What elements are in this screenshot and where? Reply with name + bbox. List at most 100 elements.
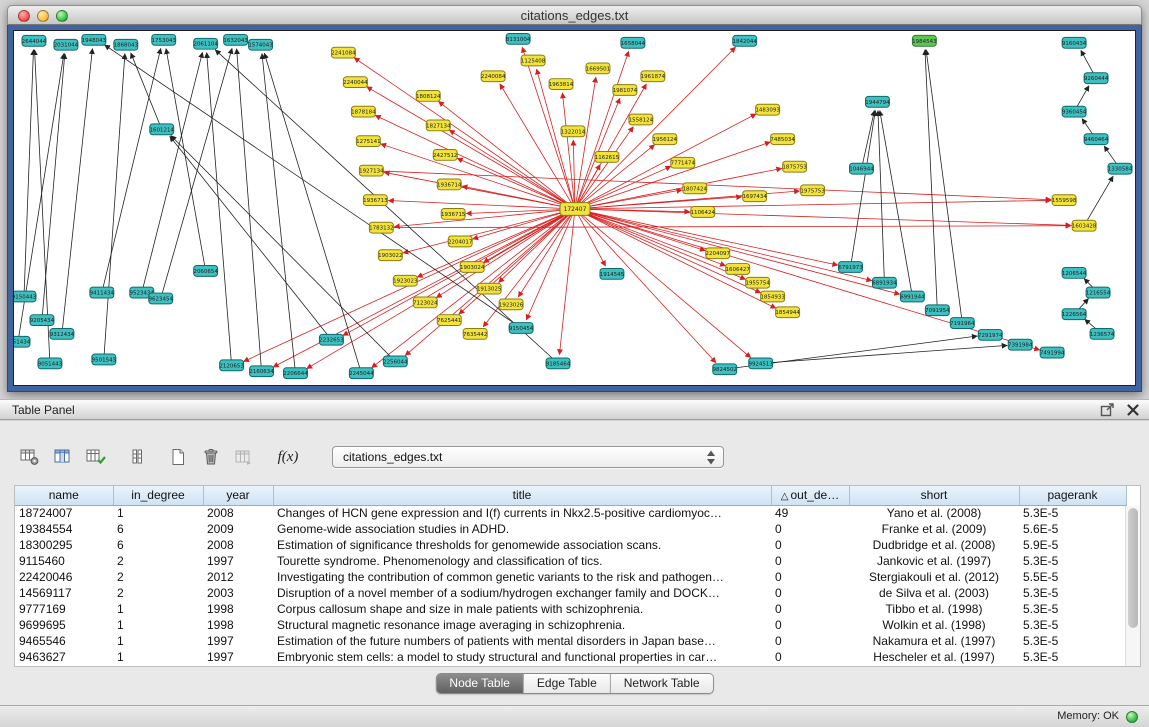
network-view[interactable]: 1724071046944110642411254081162615120654…	[13, 30, 1136, 386]
column-header-name[interactable]: name	[15, 486, 113, 505]
graph-node[interactable]: 1903022	[378, 250, 402, 261]
graph-node[interactable]: 1753043	[152, 34, 177, 45]
row-options-icon[interactable]	[123, 444, 151, 470]
graph-node[interactable]: 2061104	[193, 38, 218, 49]
graph-node[interactable]: 6791973	[838, 262, 863, 273]
graph-node[interactable]: 9924513	[748, 358, 773, 369]
graph-node[interactable]: 7485034	[770, 134, 795, 145]
graph-node[interactable]: 7771474	[671, 157, 696, 168]
graph-node[interactable]: 9150454	[509, 323, 534, 334]
graph-node[interactable]: 9051434	[14, 336, 31, 347]
table-row[interactable]: 1456911722003Disruption of a novel membe…	[15, 585, 1126, 601]
graph-node[interactable]: 7625441	[437, 315, 461, 326]
graph-node[interactable]: 2204097	[706, 248, 730, 259]
table-row[interactable]: 946362711997Embryonic stem cells: a mode…	[15, 649, 1126, 665]
graph-node[interactable]: 1236574	[1090, 328, 1115, 339]
graph-node[interactable]: 1046944	[849, 163, 874, 174]
graph-node[interactable]: 1923026	[499, 299, 524, 310]
delete-table-icon[interactable]	[197, 444, 225, 470]
graph-node[interactable]: 1106424	[691, 207, 716, 218]
window-titlebar[interactable]: citations_edges.txt	[7, 5, 1142, 25]
graph-node[interactable]: 1558124	[629, 114, 654, 125]
graph-node[interactable]: 1483093	[755, 104, 780, 115]
close-panel-icon[interactable]	[1125, 402, 1141, 418]
tab-node-table[interactable]: Node Table	[436, 674, 524, 693]
graph-node[interactable]: 6991944	[900, 291, 925, 302]
graph-node[interactable]: 2241084	[331, 47, 356, 58]
table-selector-combobox[interactable]: citations_edges.txt	[332, 446, 724, 468]
graph-node[interactable]: 1975753	[800, 185, 825, 196]
graph-node[interactable]: 7391984	[1008, 339, 1033, 350]
graph-node[interactable]: 2060654	[193, 266, 218, 277]
graph-node[interactable]: 1936714	[437, 179, 462, 190]
graph-node[interactable]: 2240084	[481, 71, 506, 82]
table-row[interactable]: 1872400712008Changes of HCN gene express…	[15, 505, 1126, 521]
graph-node[interactable]: 1669501	[586, 63, 610, 74]
tab-network-table[interactable]: Network Table	[611, 674, 713, 693]
graph-node[interactable]: 9623454	[149, 293, 174, 304]
graph-node[interactable]: 9312434	[50, 328, 75, 339]
graph-node[interactable]: 1914545	[600, 268, 624, 279]
table-row[interactable]: 911546021997Tourette syndrome. Phenomeno…	[15, 553, 1126, 569]
graph-node[interactable]: 1783132	[369, 222, 393, 233]
graph-node[interactable]: 7291974	[978, 329, 1003, 340]
graph-node[interactable]: 9051443	[38, 358, 63, 369]
show-columns-icon[interactable]	[49, 444, 77, 470]
graph-node[interactable]: 1808124	[416, 90, 441, 101]
graph-node[interactable]: 1162615	[595, 151, 619, 162]
float-panel-icon[interactable]	[1099, 402, 1115, 418]
graph-node[interactable]: 2031044	[54, 39, 79, 50]
table-row[interactable]: 1830029562008Estimation of significance …	[15, 537, 1126, 553]
graph-node[interactable]: 1961874	[641, 71, 666, 82]
graph-node[interactable]: 1936713	[363, 195, 388, 206]
create-column-icon[interactable]	[82, 444, 110, 470]
graph-node[interactable]: 2160634	[249, 366, 274, 377]
graph-node[interactable]: 1878184	[351, 106, 376, 117]
graph-node[interactable]: 7191964	[950, 318, 975, 329]
graph-node[interactable]: 2245044	[349, 368, 374, 379]
graph-node[interactable]: 1603428	[1072, 220, 1097, 231]
graph-node[interactable]: 1322014	[561, 126, 586, 137]
graph-node[interactable]: 1842044	[732, 35, 757, 46]
table-row[interactable]: 1938455462009Genome-wide association stu…	[15, 521, 1126, 537]
graph-node[interactable]: 1875753	[782, 161, 807, 172]
graph-node[interactable]: 1275141	[356, 136, 380, 147]
zoom-window-button[interactable]	[56, 10, 68, 22]
graph-node[interactable]: 1903024	[460, 262, 485, 273]
graph-node[interactable]: 7091954	[925, 305, 950, 316]
graph-node[interactable]: 2644044	[22, 35, 47, 46]
graph-node[interactable]: 1984543	[912, 35, 937, 46]
graph-node[interactable]: 1948043	[82, 34, 107, 45]
function-builder-icon[interactable]: f(x)	[271, 444, 305, 470]
graph-node[interactable]: 9160434	[1062, 37, 1087, 48]
graph-node[interactable]: 1963814	[549, 79, 574, 90]
graph-node[interactable]: 9260444	[1084, 73, 1109, 84]
graph-node[interactable]: 2256044	[383, 356, 408, 367]
graph-node[interactable]: 1206544	[1062, 267, 1087, 278]
graph-node[interactable]: 1606427	[726, 264, 750, 275]
table-row[interactable]: 977716911998Corpus callosum shape and si…	[15, 601, 1126, 617]
import-table-icon[interactable]	[230, 444, 258, 470]
graph-node[interactable]: 2206644	[283, 368, 308, 379]
graph-node[interactable]: 9185464	[546, 358, 571, 369]
graph-node[interactable]: 9460464	[1084, 134, 1109, 145]
graph-node[interactable]: 9205434	[30, 315, 55, 326]
table-row[interactable]: 946554611997Estimation of the future num…	[15, 633, 1126, 649]
graph-node[interactable]: 1944794	[865, 96, 890, 107]
graph-node[interactable]: 7491994	[1040, 347, 1065, 358]
graph-node[interactable]: 1981074	[613, 85, 638, 96]
graph-node[interactable]: 2120653	[219, 360, 244, 371]
graph-node[interactable]: 1125408	[521, 55, 546, 66]
graph-node[interactable]: 1854944	[775, 307, 800, 318]
graph-node[interactable]: 1330584	[1108, 163, 1133, 174]
column-header-in_degree[interactable]: in_degree	[113, 486, 203, 505]
table-scrollbar[interactable]	[1125, 506, 1140, 666]
graph-node[interactable]: 1601214	[150, 124, 175, 135]
column-header-pagerank[interactable]: pagerank	[1019, 486, 1126, 505]
graph-node[interactable]: 1559598	[1052, 195, 1077, 206]
graph-node[interactable]: 1827134	[426, 120, 451, 131]
graph-node[interactable]: 1923023	[393, 275, 418, 286]
graph-node[interactable]: 1927134	[359, 165, 384, 176]
table-row[interactable]: 2242004622012Investigating the contribut…	[15, 569, 1126, 585]
close-window-button[interactable]	[18, 10, 30, 22]
